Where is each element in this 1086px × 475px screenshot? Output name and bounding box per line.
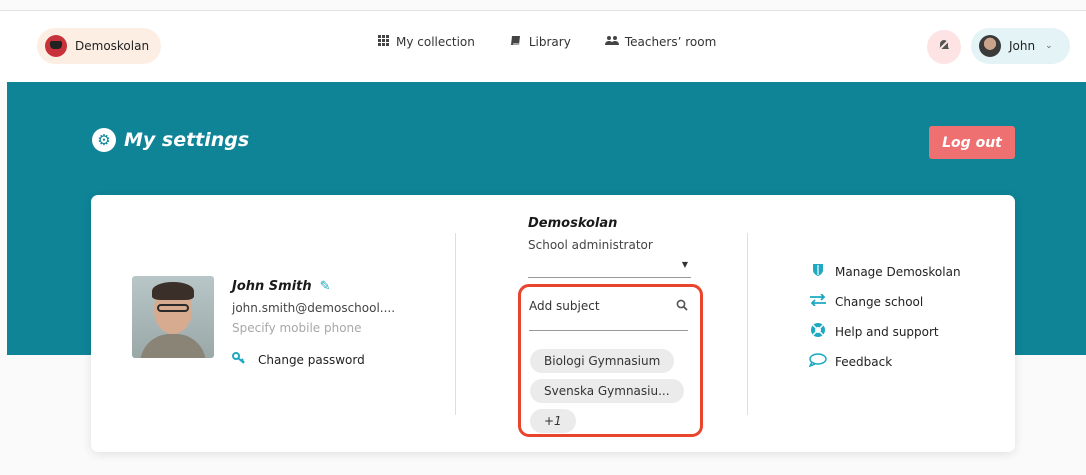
link-label: Change school	[835, 295, 924, 309]
more-subjects-tag[interactable]: +1	[530, 409, 576, 433]
users-icon	[604, 35, 619, 49]
column-divider	[747, 233, 748, 415]
change-password-link[interactable]: Change password	[232, 352, 365, 368]
nav-teachers-room[interactable]: Teachers’ room	[604, 35, 717, 49]
dropdown-arrow-icon: ▼	[681, 260, 688, 269]
shield-icon	[809, 263, 827, 281]
feedback-link[interactable]: Feedback	[808, 353, 961, 371]
help-support-link[interactable]: Help and support	[809, 323, 961, 341]
speech-bubble-icon	[808, 353, 827, 371]
column-divider	[455, 233, 456, 415]
manage-school-link[interactable]: Manage Demoskolan	[809, 263, 961, 281]
subjects-highlight: Add subject Biologi Gymnasium Svenska Gy…	[518, 284, 703, 437]
edit-pencil-icon[interactable]: ✎	[320, 279, 331, 294]
logout-button[interactable]: Log out	[929, 126, 1015, 159]
page-title: ⚙ My settings	[92, 128, 249, 152]
school-select[interactable]: ▼	[528, 256, 691, 278]
link-label: Help and support	[835, 325, 939, 339]
school-name: Demoskolan	[528, 216, 618, 231]
subject-tag[interactable]: Biologi Gymnasium	[530, 349, 675, 373]
profile-name: John Smith	[232, 279, 312, 294]
user-name: John	[1009, 39, 1036, 53]
subject-tag[interactable]: Svenska Gymnasiu...	[530, 379, 684, 403]
settings-links: Manage Demoskolan Change school Help and…	[808, 263, 961, 371]
user-menu[interactable]: John ⌄	[971, 28, 1070, 64]
search-icon	[676, 299, 688, 314]
nav-label: Library	[528, 35, 571, 49]
chevron-down-icon: ⌄	[1045, 41, 1053, 51]
link-label: Feedback	[835, 355, 893, 369]
nav-my-collection[interactable]: My collection	[376, 35, 475, 49]
swap-arrows-icon	[809, 293, 827, 310]
grid-icon	[376, 35, 390, 49]
link-label: Manage Demoskolan	[835, 265, 961, 279]
main-nav: My collection Library Teachers’ room	[376, 35, 716, 49]
nav-library[interactable]: Library	[509, 35, 571, 49]
school-chip-label: Demoskolan	[75, 39, 150, 53]
page-title-text: My settings	[124, 129, 250, 151]
profile-email: john.smith@demoschool....	[232, 301, 396, 315]
add-subject-input[interactable]: Add subject	[529, 299, 688, 331]
key-icon	[232, 352, 246, 368]
school-role: School administrator	[528, 238, 653, 252]
change-password-label: Change password	[258, 353, 365, 367]
profile-name-row: John Smith ✎	[232, 279, 331, 294]
notifications-button[interactable]	[927, 30, 961, 64]
mobile-phone-field[interactable]: Specify mobile phone	[232, 321, 362, 335]
profile-photo[interactable]	[132, 276, 214, 358]
school-switcher[interactable]: Demoskolan	[37, 28, 162, 64]
book-icon	[509, 35, 523, 49]
nav-label: Teachers’ room	[624, 35, 717, 49]
settings-card: John Smith ✎ john.smith@demoschool.... S…	[91, 195, 1015, 452]
top-header: Demoskolan My collection Library Teacher…	[0, 11, 1086, 82]
gear-icon: ⚙	[92, 128, 116, 152]
avatar	[979, 35, 1001, 57]
nav-label: My collection	[396, 35, 475, 49]
change-school-link[interactable]: Change school	[809, 293, 961, 311]
lifebuoy-icon	[809, 322, 827, 342]
add-subject-placeholder: Add subject	[529, 299, 600, 313]
school-logo-icon	[45, 35, 67, 57]
bell-off-icon	[937, 38, 951, 56]
